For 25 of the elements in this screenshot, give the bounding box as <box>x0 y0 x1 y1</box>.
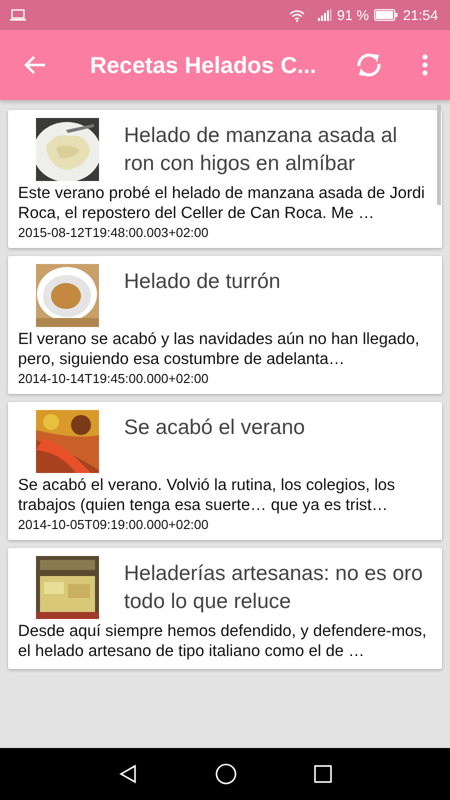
recipe-card[interactable]: Helado de turrón El verano se acabó y las navidades aún no han llegado, pero, siguiendo esa costumbre de adelanta… 2014-10-14T19:45:00.000+02:00 <box>8 256 442 394</box>
recipe-card[interactable]: Heladerías artesanas: no es oro todo lo que reluce Desde aquí siempre hemos defendido, y defendere-mos, el helado artesano de tipo italiano como el de … <box>8 548 442 669</box>
recents-icon[interactable] <box>314 765 332 783</box>
recipe-card[interactable]: Helado de manzana asada al ron con higos en almíbar Este verano probé el helado de manzana asada de Jordi Roca, el repostero del Celler de Can Roca. Me … 2015-08-12T19:48:00.003+02:00 <box>8 110 442 248</box>
recipe-date: 2014-10-05T09:19:00.000+02:00 <box>18 517 210 532</box>
recipe-title: Helado de manzana asada al ron con higos en almíbar <box>124 123 398 177</box>
laptop-icon <box>10 9 26 21</box>
recipe-excerpt: El verano se acabó y las navidades aún no han llegado, pero, siguiendo esa costumbre de adelanta… <box>18 329 420 369</box>
recipe-title: Se acabó el verano <box>124 415 305 441</box>
recipe-date: 2015-08-12T19:48:00.003+02:00 <box>18 225 210 240</box>
recipe-excerpt: Este verano probé el helado de manzana asada de Jordi Roca, el repostero del Celler de Can Roca. Me … <box>18 183 426 223</box>
battery-percent: 91 % <box>337 7 369 23</box>
recipe-excerpt: Desde aquí siempre hemos defendido, y defendere-mos, el helado artesano de tipo italiano como el de … <box>18 621 428 661</box>
app-title: Recetas Helados C... <box>90 52 318 78</box>
recipe-card[interactable]: Se acabó el verano Se acabó el verano. Volvió la rutina, los colegios, los trabajos (quien tenga esa suerte… que ya es trist… 2014-10-05T09:19:00.000+02:00 <box>8 402 442 540</box>
battery-icon <box>374 9 398 21</box>
recipe-date: 2014-10-14T19:45:00.000+02:00 <box>18 371 210 386</box>
recipe-title: Heladerías artesanas: no es oro todo lo que reluce <box>124 561 424 615</box>
clock: 21:54 <box>402 7 438 23</box>
back-icon[interactable] <box>118 764 138 784</box>
signal-icon <box>318 9 332 21</box>
recipe-title: Helado de turrón <box>124 269 280 295</box>
home-icon[interactable] <box>214 763 237 785</box>
recipe-excerpt: Se acabó el verano. Volvió la rutina, los colegios, los trabajos (quien tenga esa suerte… que ya es trist… <box>18 475 396 515</box>
wifi-icon <box>289 8 306 22</box>
